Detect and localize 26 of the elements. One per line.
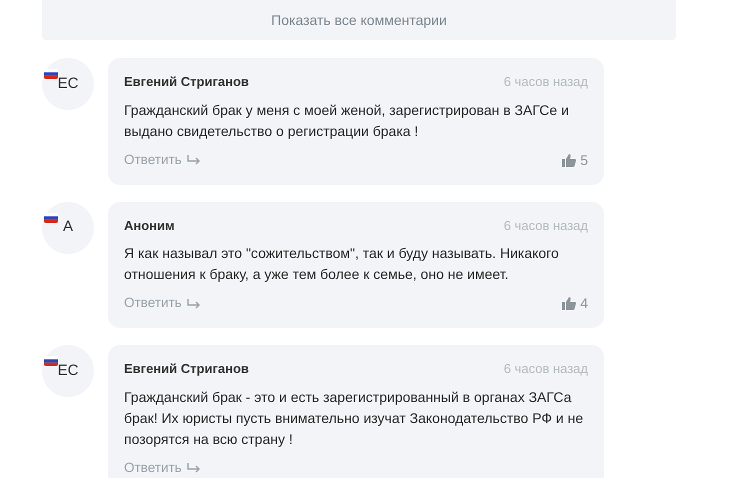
reply-arrow-icon (186, 462, 201, 473)
reply-arrow-icon (186, 155, 201, 165)
thumbs-up-icon[interactable] (562, 154, 576, 166)
comment-text: Я как называл это "сожительством", так и буду называть. Никакого отношения к браку, а уже тем более к семье, оно не имеет. (124, 244, 560, 284)
reply-button[interactable]: Ответить (124, 293, 201, 314)
comment-author: Евгений Стриганов (124, 360, 249, 378)
avatar-initials: ЕС (58, 360, 78, 381)
avatar-initials: А (62, 217, 73, 238)
comment-time: 6 часов назад (504, 360, 588, 378)
show-all-comments-button[interactable]: Показать все комментарии (42, 0, 676, 40)
comment-author: Аноним (124, 216, 175, 234)
avatar-initials: ЕС (58, 74, 78, 94)
comment-time: 6 часов назад (504, 73, 588, 91)
comment-time: 6 часов назад (504, 216, 588, 235)
comment-text: Гражданский брак - это и есть зарегистрированный в органах ЗАГСа брак! Их юристы пусть внимательно изучат Законодательство РФ и не позорятся на всю страну ! (124, 388, 584, 449)
flag-icon (44, 69, 58, 80)
flag-icon (44, 212, 58, 223)
comment-author: Евгений Стриганов (124, 73, 249, 91)
thumbs-up-icon[interactable] (562, 297, 576, 310)
comment-text: Гражданский брак у меня с моей женой, зарегистрирован в ЗАГСе и выдано свидетельство о регистрации брака ! (124, 100, 570, 141)
like-count: 5 (580, 150, 588, 170)
reply-button[interactable]: Ответить (124, 458, 201, 478)
like-count: 4 (580, 294, 588, 313)
flag-icon (44, 356, 58, 366)
reply-arrow-icon (186, 298, 201, 308)
reply-button[interactable]: Ответить (124, 150, 201, 170)
